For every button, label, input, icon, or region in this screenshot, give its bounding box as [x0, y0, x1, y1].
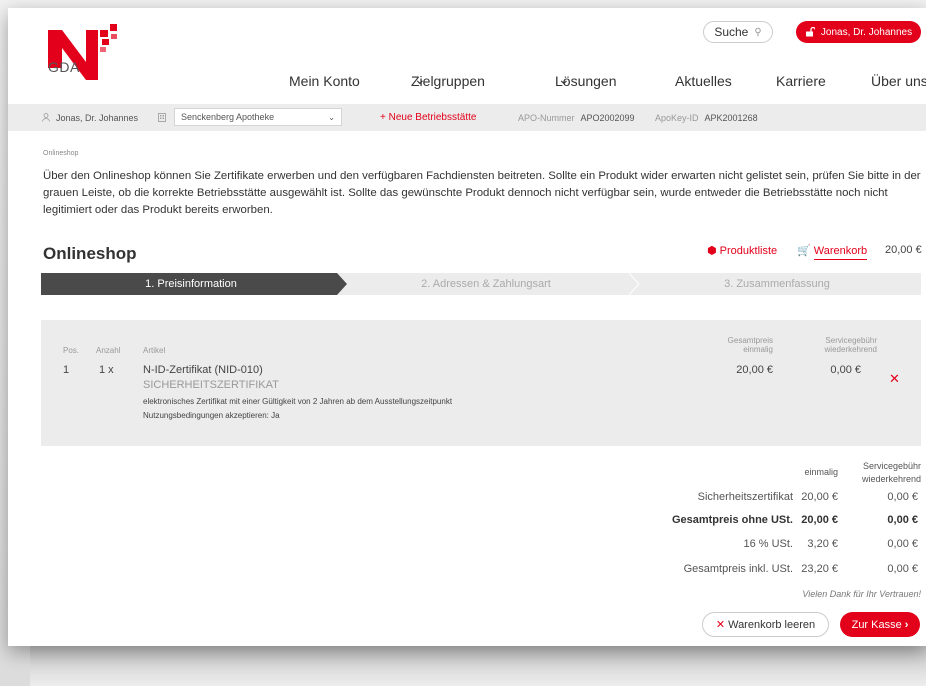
- totals-col-once: einmalig: [804, 467, 838, 477]
- item-fee: 0,00 €: [830, 364, 861, 376]
- context-user: Jonas, Dr. Johannes: [42, 104, 138, 131]
- search-icon: ⚲: [754, 26, 762, 38]
- item-category: SICHERHEITSZERTIFIKAT: [143, 379, 279, 391]
- breadcrumb[interactable]: Onlineshop: [43, 150, 78, 157]
- search-label: Suche: [714, 25, 749, 39]
- product-list-link[interactable]: ⬢ Produktliste: [707, 244, 777, 257]
- background-shadow: [30, 646, 926, 686]
- apokey-id: ApoKey-ID APK2001268: [655, 112, 758, 123]
- col-service-fee: Servicegebühr wiederkehrend: [824, 336, 877, 354]
- cart-total: 20,00 €: [885, 244, 922, 256]
- user-icon: [42, 113, 50, 122]
- col-total-once: Gesamtpreis einmalig: [727, 336, 773, 354]
- totals-row-once: 3,20 €: [807, 538, 838, 550]
- thank-you-note: Vielen Dank für Ihr Vertrauen!: [802, 589, 921, 599]
- totals-col-fee: Servicegebühr wiederkehrend: [861, 461, 921, 484]
- totals-row-fee: 0,00 €: [887, 538, 918, 550]
- item-price-once: 20,00 €: [736, 364, 773, 376]
- main-navigation: Mein Konto Zielgruppen ⌄ Lösungen ⌄ Aktuel…: [289, 71, 926, 89]
- col-article: Artikel: [143, 346, 166, 355]
- cart-icon: 🛒: [797, 245, 811, 257]
- checkout-label: Zur Kasse: [851, 618, 902, 631]
- totals-row-label: 16 % USt.: [743, 538, 793, 550]
- totals-row-fee: 0,00 €: [887, 491, 918, 503]
- item-terms: Nutzungsbedingungen akzeptieren: Ja: [143, 411, 280, 420]
- cart-link[interactable]: 🛒 Warenkorb: [797, 244, 868, 260]
- step-2: 2. Adressen & Zahlungsart: [421, 278, 551, 290]
- checkout-steps: 1. Preisinformation 2. Adressen & Zahlun…: [41, 273, 921, 295]
- building-icon: [158, 104, 166, 131]
- totals-row-once: 23,20 €: [801, 563, 838, 575]
- item-name: N-ID-Zertifikat (NID-010): [143, 364, 263, 376]
- pharmacy-select[interactable]: Senckenberg Apotheke ⌄: [174, 108, 342, 126]
- chevron-down-icon: ⌄: [414, 71, 426, 87]
- page-title: Onlineshop: [43, 244, 137, 263]
- unlock-icon: [805, 27, 815, 37]
- step-3: 3. Zusammenfassung: [724, 278, 830, 290]
- chevron-down-icon: ⌄: [328, 112, 335, 122]
- clear-cart-label: Warenkorb leeren: [728, 618, 816, 631]
- user-account-label: Jonas, Dr. Johannes: [820, 26, 913, 38]
- chevron-down-icon: ⌄: [558, 71, 570, 87]
- apo-number: APO-Nummer APO2002099: [518, 112, 635, 123]
- totals-row-once: 20,00 €: [801, 514, 838, 526]
- item-pos: 1: [63, 364, 70, 376]
- user-account-button[interactable]: Jonas, Dr. Johannes: [796, 21, 921, 43]
- intro-text: Über den Onlineshop können Sie Zertifika…: [43, 170, 921, 216]
- step-1: 1. Preisinformation: [145, 278, 237, 290]
- col-pos: Pos.: [63, 346, 80, 355]
- pharmacy-select-value: Senckenberg Apotheke: [181, 112, 275, 122]
- search-button[interactable]: Suche ⚲: [703, 21, 773, 43]
- totals-row-fee: 0,00 €: [887, 563, 918, 575]
- col-qty: Anzahl: [96, 346, 121, 355]
- new-site-link[interactable]: + Neue Betriebsstätte: [380, 104, 476, 131]
- cart-table: Pos. Anzahl Artikel Gesamtpreis einmalig …: [41, 320, 921, 446]
- totals-row-label: Sicherheitszertifikat: [697, 491, 793, 503]
- browser-page: GDA Suche ⚲ Jonas, Dr. Johannes Mein Kon…: [8, 8, 926, 646]
- checkout-button[interactable]: Zur Kasse ›: [840, 612, 920, 637]
- totals-row-once: 20,00 €: [801, 491, 838, 503]
- totals-row-label: Gesamtpreis ohne USt.: [671, 514, 793, 526]
- chevron-right-icon: ›: [904, 618, 909, 631]
- close-icon: ✕: [715, 619, 726, 631]
- item-description: elektronisches Zertifikat mit einer Gült…: [143, 397, 453, 406]
- remove-item-icon[interactable]: ✕: [889, 371, 900, 387]
- totals-row-fee: 0,00 €: [887, 514, 918, 526]
- item-qty: 1 x: [99, 364, 114, 376]
- totals-row-label: Gesamtpreis inkl. USt.: [683, 563, 793, 575]
- context-bar: Jonas, Dr. Johannes Senckenberg Apotheke…: [8, 104, 926, 131]
- clear-cart-button[interactable]: ✕ Warenkorb leeren: [702, 612, 829, 637]
- box-icon: ⬢: [707, 245, 717, 257]
